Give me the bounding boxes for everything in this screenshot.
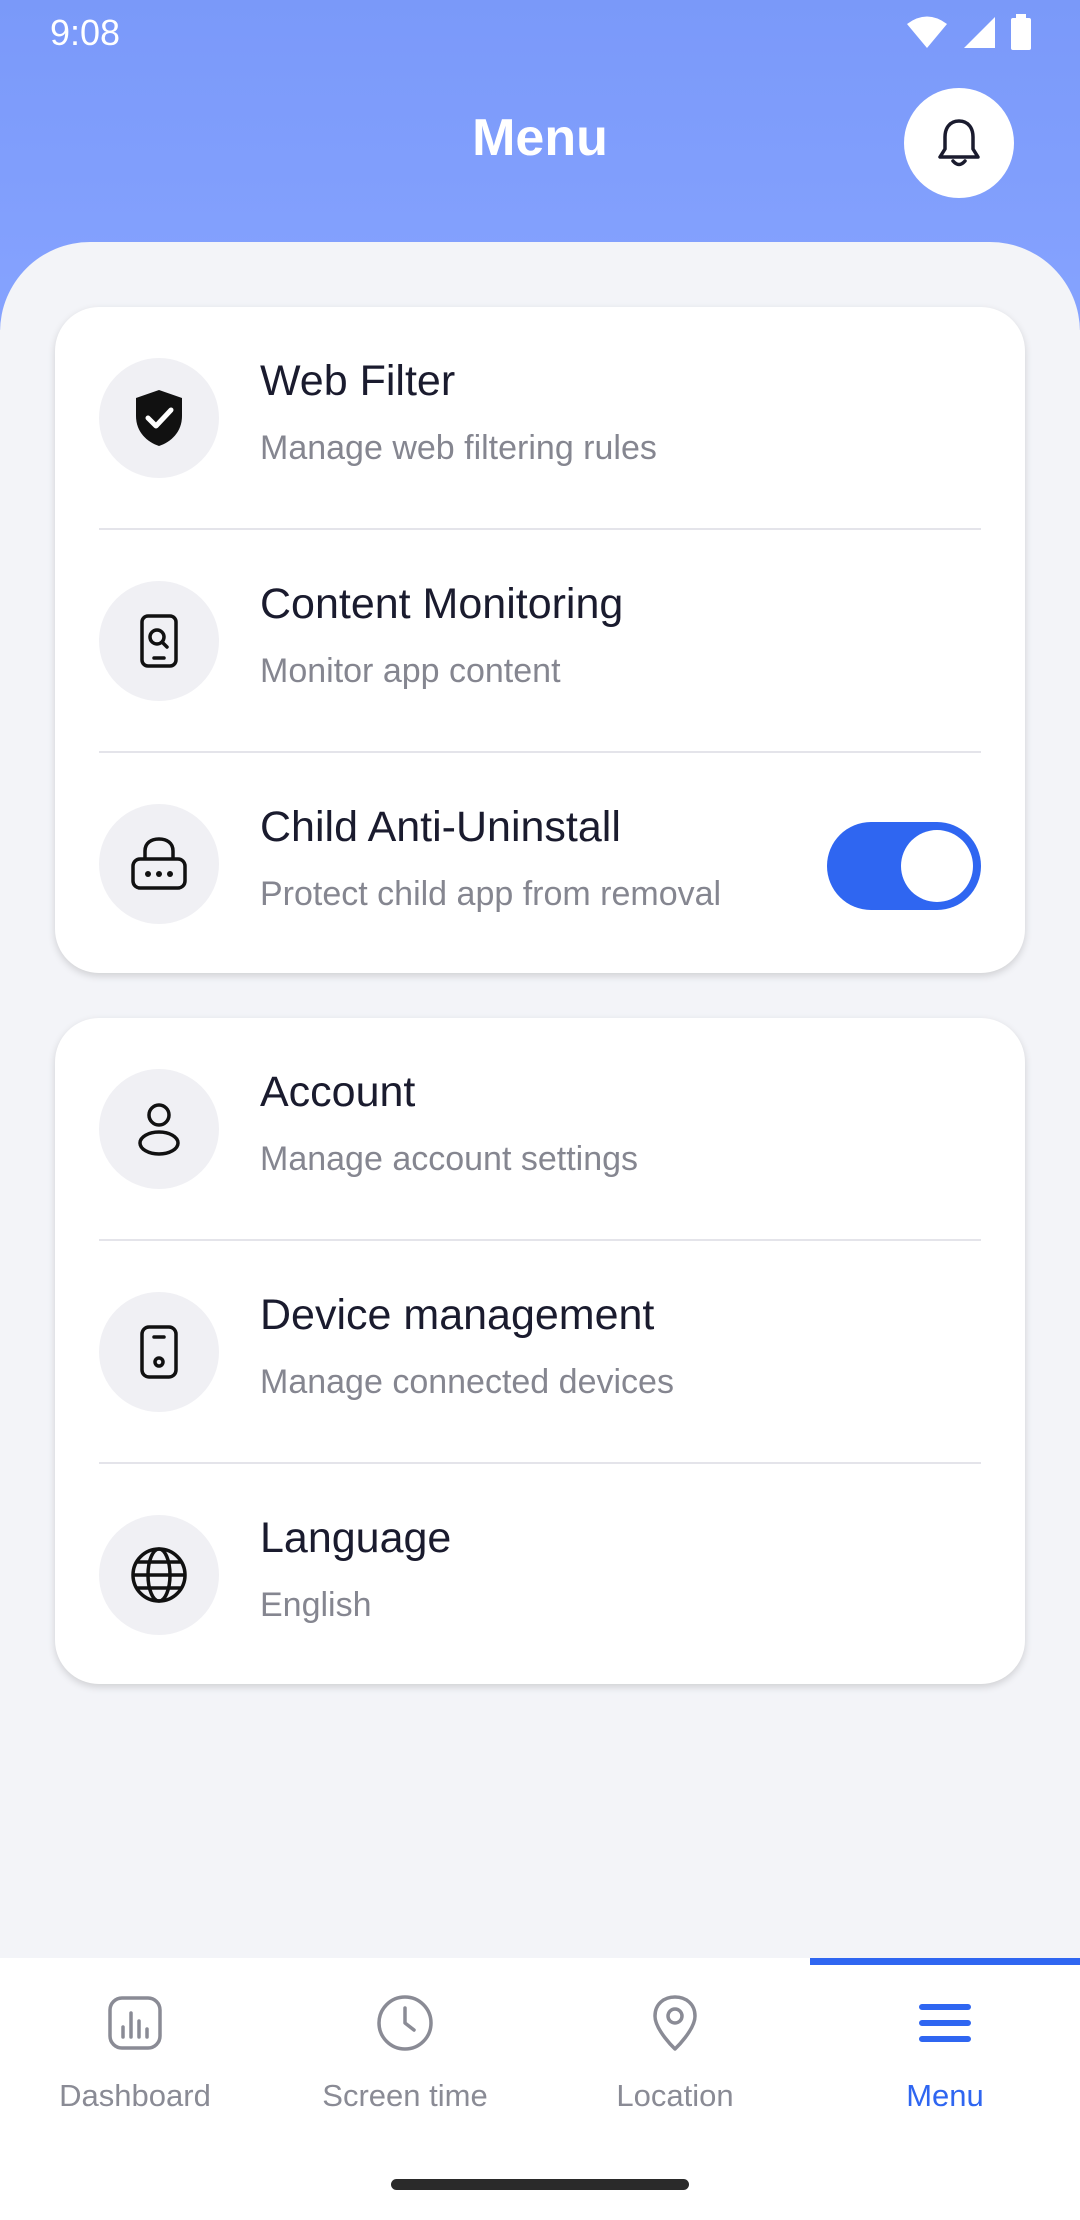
chart-icon [106, 1994, 164, 2052]
icon-circle [99, 1069, 219, 1189]
account-card: Account Manage account settings Device m… [55, 1018, 1025, 1684]
icon-circle [99, 358, 219, 478]
item-subtitle: English [260, 1586, 372, 1624]
shield-check-icon [136, 390, 182, 446]
wifi-icon [907, 16, 947, 48]
battery-icon [1011, 14, 1031, 50]
location-pin-icon [646, 1994, 704, 2052]
nav-label: Dashboard [59, 2078, 211, 2113]
status-icons [906, 14, 1032, 50]
nav-dashboard[interactable]: Dashboard [0, 1958, 270, 2158]
bell-icon [938, 119, 980, 167]
item-title: Web Filter [260, 357, 456, 405]
phone-search-icon [140, 614, 178, 668]
item-subtitle: Manage connected devices [260, 1363, 674, 1401]
device-icon [140, 1325, 178, 1379]
content-monitoring-item[interactable]: Content Monitoring Monitor app content [55, 530, 1025, 752]
item-subtitle: Monitor app content [260, 652, 561, 690]
web-filter-item[interactable]: Web Filter Manage web filtering rules [55, 307, 1025, 529]
icon-circle [99, 1292, 219, 1412]
item-title: Device management [260, 1291, 655, 1339]
nav-menu[interactable]: Menu [810, 1958, 1080, 2158]
item-subtitle: Manage web filtering rules [260, 429, 657, 467]
language-item[interactable]: Language English [55, 1464, 1025, 1686]
signal-icon [964, 17, 995, 48]
home-indicator [391, 2179, 689, 2190]
globe-icon [131, 1547, 187, 1603]
item-title: Content Monitoring [260, 580, 624, 628]
child-anti-uninstall-item: Child Anti-Uninstall Protect child app f… [55, 753, 1025, 975]
nav-label: Screen time [322, 2078, 488, 2113]
device-management-item[interactable]: Device management Manage connected devic… [55, 1241, 1025, 1463]
item-title: Child Anti-Uninstall [260, 803, 621, 851]
account-item[interactable]: Account Manage account settings [55, 1018, 1025, 1240]
icon-circle [99, 1515, 219, 1635]
user-icon [138, 1103, 180, 1156]
item-subtitle: Protect child app from removal [260, 875, 722, 913]
lock-icon [131, 837, 187, 890]
menu-icon [916, 1994, 974, 2052]
item-title: Language [260, 1514, 452, 1562]
anti-uninstall-toggle[interactable] [827, 822, 981, 910]
nav-label: Location [616, 2078, 734, 2113]
nav-location[interactable]: Location [540, 1958, 810, 2158]
toggle-knob [901, 830, 973, 902]
notifications-button[interactable] [904, 88, 1014, 198]
icon-circle [99, 804, 219, 924]
nav-screen-time[interactable]: Screen time [270, 1958, 540, 2158]
item-subtitle: Manage account settings [260, 1140, 639, 1178]
status-time: 9:08 [50, 12, 121, 53]
nav-label: Menu [906, 2078, 984, 2113]
icon-circle [99, 581, 219, 701]
security-card: Web Filter Manage web filtering rules Co… [55, 307, 1025, 973]
clock-icon [376, 1994, 434, 2052]
item-title: Account [260, 1068, 416, 1116]
